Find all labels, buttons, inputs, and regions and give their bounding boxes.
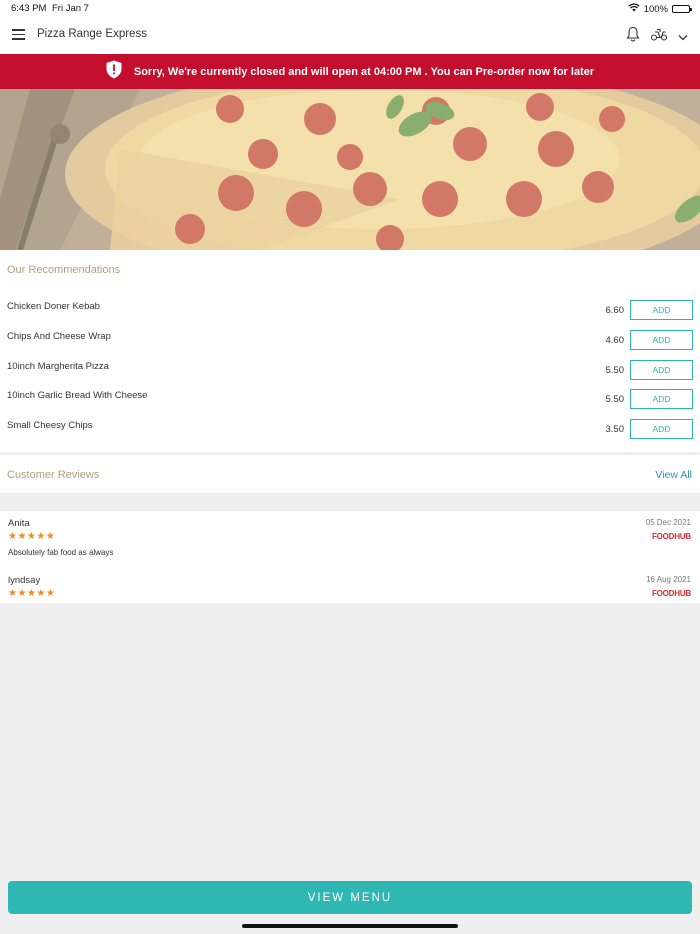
battery-percent: 100% <box>643 3 668 15</box>
reviews-list: Anita ★★★★★ 05 Dec 2021 FOODHUB Absolute… <box>0 511 700 603</box>
status-time: 6:43 PM <box>11 3 47 14</box>
chevron-down-icon[interactable] <box>678 28 688 46</box>
list-item: Chips And Cheese Wrap 4.60 ADD <box>0 330 700 360</box>
delivery-scooter-icon[interactable] <box>650 27 668 46</box>
pizza-hero-image <box>0 89 700 250</box>
app-header: Pizza Range Express <box>0 16 700 54</box>
star-rating: ★★★★★ <box>8 588 56 599</box>
review-author: Anita <box>8 518 30 529</box>
item-name: 10inch Garlic Bread With Cheese <box>7 390 148 401</box>
battery-icon <box>672 5 692 13</box>
shield-alert-icon <box>106 60 122 84</box>
item-name: 10inch Margherita Pizza <box>7 361 109 372</box>
item-price: 5.50 <box>605 365 625 376</box>
closed-banner: Sorry, We're currently closed and will o… <box>0 54 700 89</box>
reviews-title: Customer Reviews <box>7 469 100 481</box>
status-bar: 6:43 PM Fri Jan 7 100% <box>0 0 700 16</box>
reviews-header: Customer Reviews View All <box>0 455 700 493</box>
add-button[interactable]: ADD <box>630 330 693 350</box>
add-button[interactable]: ADD <box>630 360 693 380</box>
review-comment: Absolutely fab food as always <box>8 548 114 557</box>
star-rating: ★★★★★ <box>8 531 56 542</box>
add-button[interactable]: ADD <box>630 300 693 320</box>
bell-icon[interactable] <box>626 26 640 47</box>
view-all-link[interactable]: View All <box>655 469 692 481</box>
add-button[interactable]: ADD <box>630 389 693 409</box>
closed-message: Sorry, We're currently closed and will o… <box>133 65 595 78</box>
item-name: Chips And Cheese Wrap <box>7 331 111 342</box>
add-button[interactable]: ADD <box>630 419 693 439</box>
foodhub-logo: FOODHUB <box>651 589 691 598</box>
list-item: Chicken Doner Kebab 6.60 ADD <box>0 300 700 330</box>
recommendations-title: Our Recommendations <box>7 264 121 276</box>
item-price: 5.50 <box>605 394 625 405</box>
item-price: 6.60 <box>605 305 625 316</box>
status-date: Fri Jan 7 <box>52 3 89 14</box>
wifi-icon <box>628 3 640 15</box>
hamburger-menu-icon[interactable] <box>12 29 25 40</box>
item-price: 4.60 <box>605 335 625 346</box>
review-date: 16 Aug 2021 <box>646 575 691 584</box>
list-item: 10inch Garlic Bread With Cheese 5.50 ADD <box>0 389 700 419</box>
item-name: Small Cheesy Chips <box>7 420 93 431</box>
foodhub-logo: FOODHUB <box>651 532 691 541</box>
item-price: 3.50 <box>605 424 625 435</box>
recommendations-section: Our Recommendations Chicken Doner Kebab … <box>0 250 700 452</box>
review-date: 05 Dec 2021 <box>645 518 691 527</box>
item-name: Chicken Doner Kebab <box>7 301 100 312</box>
restaurant-title: Pizza Range Express <box>37 28 147 40</box>
home-indicator <box>242 924 458 928</box>
view-menu-button[interactable]: VIEW MENU <box>8 881 692 914</box>
review-author: lyndsay <box>8 575 41 586</box>
list-item: 10inch Margherita Pizza 5.50 ADD <box>0 360 700 390</box>
list-item: Small Cheesy Chips 3.50 ADD <box>0 419 700 449</box>
